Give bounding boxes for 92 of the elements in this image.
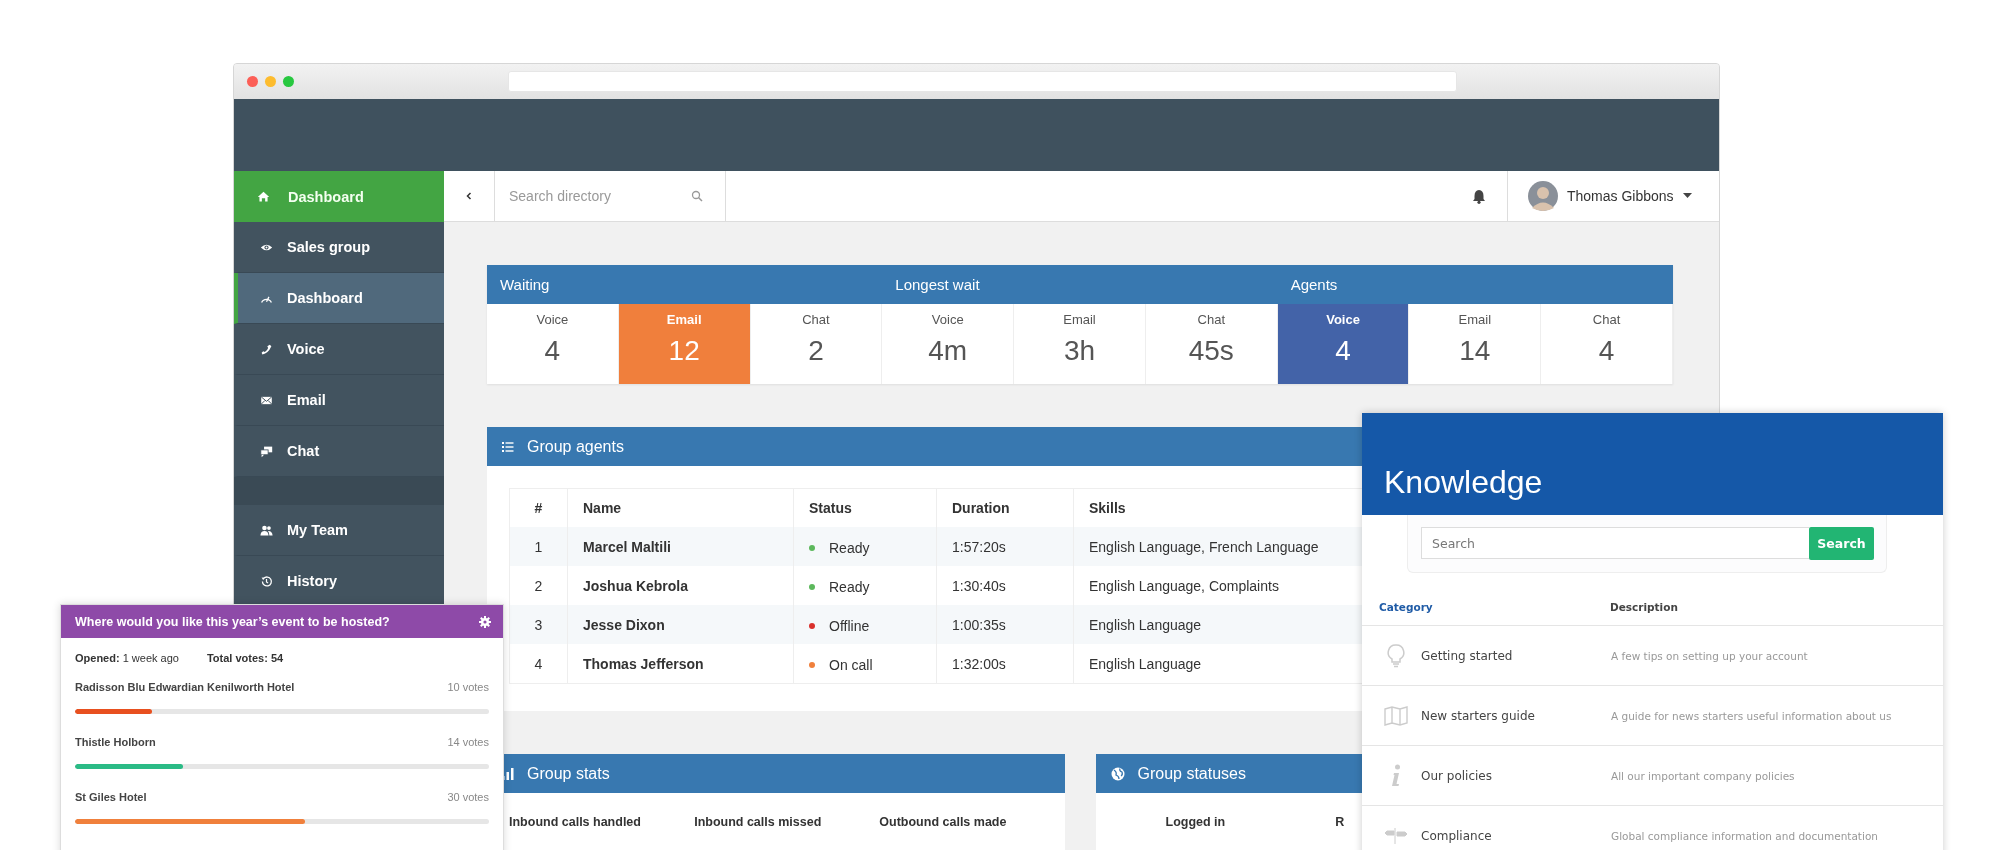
chevron-left-icon bbox=[464, 191, 474, 201]
status-text: Offline bbox=[829, 617, 870, 634]
vote-count: 10 votes bbox=[447, 681, 489, 693]
stat-value: 14 bbox=[1459, 335, 1491, 367]
sidebar-item[interactable]: Sales group bbox=[234, 222, 444, 273]
mail-icon bbox=[260, 393, 273, 407]
column-header: Logged in bbox=[1165, 815, 1226, 829]
panel-title: Group agents bbox=[527, 437, 624, 456]
settings-icon[interactable] bbox=[479, 615, 491, 628]
stats-group-title: Longest wait bbox=[894, 276, 981, 293]
stat-value: 12 bbox=[668, 335, 700, 367]
zoom-dot[interactable] bbox=[283, 76, 294, 87]
table-cell: 1 bbox=[509, 527, 568, 566]
category-name: Our policies bbox=[1420, 768, 1493, 783]
caret-icon bbox=[1682, 193, 1692, 199]
total-votes: Total votes: 54 bbox=[206, 652, 284, 664]
stat-label: Chat bbox=[1197, 312, 1225, 327]
table-cell: Jesse Dixon bbox=[567, 605, 794, 644]
stat-label: Voice bbox=[536, 312, 569, 327]
panel-title: Group stats bbox=[527, 764, 610, 783]
column-header: Outbound calls made bbox=[879, 815, 1008, 829]
close-dot[interactable] bbox=[247, 76, 258, 87]
panel-title: Group statuses bbox=[1137, 764, 1246, 783]
table-cell: Marcel Maltili bbox=[567, 527, 794, 566]
stat-label: Chat bbox=[802, 312, 830, 327]
stat-value: 45s bbox=[1188, 335, 1234, 367]
stat-value: 2 bbox=[808, 335, 824, 367]
stat-value: 3h bbox=[1063, 335, 1096, 367]
globe-icon bbox=[1110, 766, 1125, 781]
history-icon bbox=[260, 574, 273, 588]
stat-label: Voice bbox=[1326, 312, 1360, 327]
sidebar-item[interactable]: History bbox=[234, 556, 444, 607]
column-header: Inbound calls missed bbox=[694, 815, 823, 829]
knowledge-row[interactable]: Getting started A few tips on setting up your account bbox=[1362, 626, 1943, 686]
category-name: Compliance bbox=[1420, 828, 1493, 843]
column-header: Inbound calls handled bbox=[509, 815, 642, 829]
poll-question: Where would you like this year’s event to be hosted? bbox=[75, 614, 390, 629]
option-name: Thistle Holborn bbox=[75, 736, 156, 748]
stat-value: 4 bbox=[1598, 335, 1615, 367]
category-description: A guide for news starters useful information about us bbox=[1611, 709, 1892, 722]
knowledge-row[interactable]: New starters guide A guide for news starters useful information about us bbox=[1362, 686, 1943, 746]
bell-icon[interactable] bbox=[1472, 188, 1486, 204]
status-text: On call bbox=[829, 656, 873, 673]
table-cell: 3 bbox=[509, 605, 568, 644]
vote-count: 14 votes bbox=[447, 736, 489, 748]
stat-label: Chat bbox=[1592, 312, 1621, 327]
table-cell: 1:00:35s bbox=[936, 605, 1074, 644]
sidebar-item[interactable]: My Team bbox=[234, 505, 444, 556]
phone-icon bbox=[260, 342, 273, 356]
knowledge-row[interactable]: Compliance Global compliance information and documentation bbox=[1362, 806, 1943, 850]
info-icon bbox=[1390, 763, 1402, 788]
table-cell: Thomas Jefferson bbox=[567, 644, 794, 684]
category-description: Global compliance information and documentation bbox=[1611, 829, 1878, 842]
list-icon bbox=[502, 441, 514, 452]
table-cell: 4 bbox=[509, 644, 568, 684]
category-name: New starters guide bbox=[1420, 708, 1536, 723]
avatar-icon bbox=[1528, 181, 1558, 211]
sidebar-item[interactable]: Email bbox=[234, 375, 444, 426]
stat-label: Voice bbox=[931, 312, 964, 327]
stat-value: 4 bbox=[544, 335, 561, 367]
stat-value: 4 bbox=[1335, 335, 1351, 367]
stat-label: Email bbox=[1063, 312, 1096, 327]
chat-icon bbox=[260, 444, 273, 458]
search-field[interactable]: Search bbox=[1421, 527, 1809, 559]
lightbulb-icon bbox=[1387, 643, 1405, 668]
status-text: Ready bbox=[829, 539, 870, 556]
status-text: Ready bbox=[829, 578, 870, 595]
option-name: St Giles Hotel bbox=[75, 791, 147, 803]
search-icon bbox=[691, 190, 703, 202]
sidebar-item[interactable]: Voice bbox=[234, 324, 444, 375]
stat-label: Email bbox=[1458, 312, 1492, 327]
minimize-dot[interactable] bbox=[265, 76, 276, 87]
stat-label: Email bbox=[666, 312, 702, 327]
people-icon bbox=[260, 523, 273, 537]
category-name: Getting started bbox=[1420, 648, 1514, 663]
map-icon bbox=[1384, 705, 1408, 726]
home-icon bbox=[257, 190, 270, 203]
sidebar-item[interactable]: Dashboard bbox=[234, 273, 444, 324]
opened-text: Opened: 1 week ago bbox=[75, 652, 179, 664]
sidebar-item[interactable]: Chat bbox=[234, 426, 444, 477]
stats-group-title: Waiting bbox=[499, 276, 551, 293]
column-header: R bbox=[1335, 815, 1345, 829]
option-name: Radisson Blu Edwardian Kenilworth Hotel bbox=[75, 681, 295, 693]
stats-group-title: Agents bbox=[1289, 276, 1339, 293]
user-menu[interactable]: Thomas Gibbons bbox=[1507, 171, 1719, 221]
stat-value: 4m bbox=[928, 335, 968, 367]
table-cell: 1:57:20s bbox=[936, 527, 1074, 566]
knowledge-row[interactable]: Our policies All our important company policies bbox=[1362, 746, 1943, 806]
category-description: All our important company policies bbox=[1611, 769, 1795, 782]
signpost-icon bbox=[1385, 827, 1407, 844]
table-cell: 1:32:00s bbox=[936, 644, 1074, 684]
vote-count: 30 votes bbox=[447, 791, 489, 803]
